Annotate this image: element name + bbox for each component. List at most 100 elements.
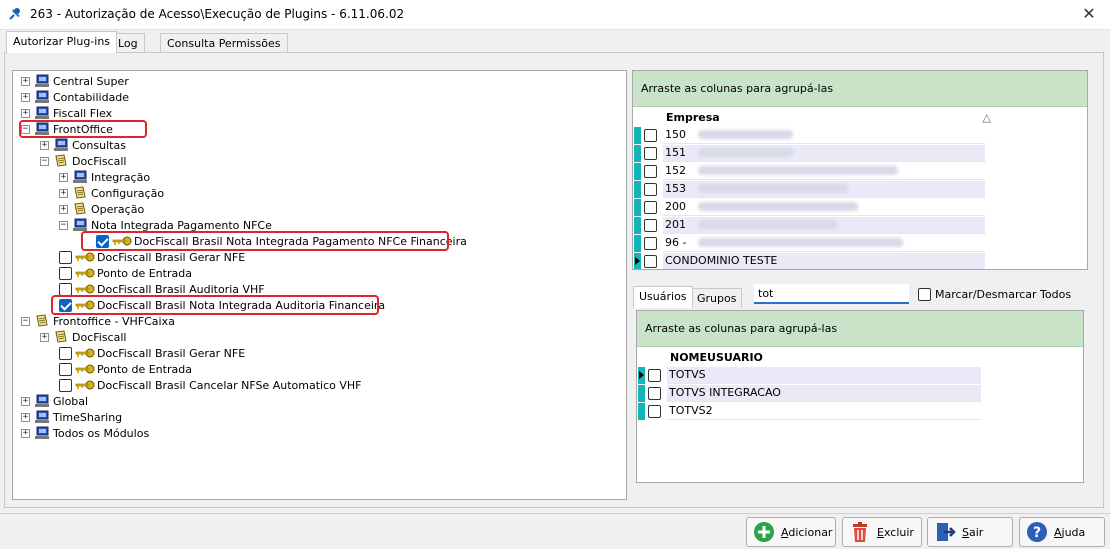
expand-icon[interactable]: + xyxy=(21,108,30,118)
plugin-checkbox[interactable] xyxy=(59,298,72,312)
tab-autorizar-plugins[interactable]: Autorizar Plug-ins xyxy=(6,31,118,53)
search-input[interactable] xyxy=(754,284,909,304)
expand-icon[interactable]: + xyxy=(21,412,30,422)
collapse-icon[interactable]: − xyxy=(21,316,30,326)
add-button[interactable]: Adicionar xyxy=(746,517,836,547)
tab-consulta-permissoes[interactable]: Consulta Permissões xyxy=(160,33,288,53)
expand-icon[interactable]: + xyxy=(21,92,30,102)
row-checkbox[interactable] xyxy=(648,404,661,418)
users-grid[interactable]: Arraste as colunas para agrupá-las NOMEU… xyxy=(636,310,1084,483)
tree-node-fiscall-flex[interactable]: + Fiscall Flex xyxy=(21,105,112,121)
user-row[interactable]: TOTVS xyxy=(638,366,981,384)
key-icon xyxy=(75,380,95,390)
collapse-icon[interactable]: − xyxy=(59,220,68,230)
tree-leaf-vhf-cancelar-nfse[interactable]: DocFiscall Brasil Cancelar NFSe Automati… xyxy=(59,377,362,393)
tree-node-timesharing[interactable]: + TimeSharing xyxy=(21,409,122,425)
plugin-checkbox[interactable] xyxy=(59,362,72,376)
plugin-checkbox[interactable] xyxy=(59,378,72,392)
user-row[interactable]: TOTVS2 xyxy=(638,402,981,420)
computer-icon xyxy=(35,106,49,119)
user-row[interactable]: TOTVS INTEGRACAO xyxy=(638,384,981,402)
tab-grupos[interactable]: Grupos xyxy=(691,288,743,308)
expand-icon[interactable]: + xyxy=(40,332,49,342)
tree-leaf-auditoria-vhf[interactable]: DocFiscall Brasil Auditoria VHF xyxy=(59,281,265,297)
tree-leaf-vhf-gerar-nfe[interactable]: DocFiscall Brasil Gerar NFE xyxy=(59,345,245,361)
tree-node-contabilidade[interactable]: + Contabilidade xyxy=(21,89,129,105)
row-checkbox[interactable] xyxy=(644,146,657,160)
empresa-row[interactable]: 150 xyxy=(634,126,985,144)
row-checkbox[interactable] xyxy=(644,164,657,178)
row-checkbox[interactable] xyxy=(644,218,657,232)
computer-icon xyxy=(35,74,49,87)
tree-node-nota-integrada[interactable]: − Nota Integrada Pagamento NFCe xyxy=(59,217,272,233)
tree-leaf-vhf-ponto-de-entrada[interactable]: Ponto de Entrada xyxy=(59,361,192,377)
row-checkbox[interactable] xyxy=(644,182,657,196)
plugin-checkbox[interactable] xyxy=(96,234,109,248)
tree-leaf-nota-integrada-pagamento[interactable]: DocFiscall Brasil Nota Integrada Pagamen… xyxy=(96,233,467,249)
expand-icon[interactable]: + xyxy=(40,140,49,150)
row-checkbox[interactable] xyxy=(644,128,657,142)
group-by-band[interactable]: Arraste as colunas para agrupá-las xyxy=(633,71,1087,107)
row-checkbox[interactable] xyxy=(644,200,657,214)
tree-node-docfiscall-vhf[interactable]: + DocFiscall xyxy=(40,329,126,345)
expand-icon[interactable]: + xyxy=(21,76,30,86)
empresa-code: 153 xyxy=(665,182,686,195)
tree-leaf-auditoria-financeira[interactable]: DocFiscall Brasil Nota Integrada Auditor… xyxy=(59,297,385,313)
sort-icon[interactable]: △ xyxy=(983,111,991,124)
expand-icon[interactable]: + xyxy=(59,204,68,214)
expand-icon[interactable]: + xyxy=(59,172,68,182)
exit-door-icon xyxy=(937,523,956,541)
expand-icon[interactable]: + xyxy=(21,396,30,406)
tree-node-frontoffice[interactable]: − FrontOffice xyxy=(21,121,113,137)
empresa-row[interactable]: 153 xyxy=(634,180,985,198)
plugin-tree[interactable]: + Central Super + Contabilidade + Fiscal… xyxy=(12,70,627,500)
row-checkbox[interactable] xyxy=(644,254,657,268)
delete-button[interactable]: Excluir xyxy=(842,517,922,547)
plugin-checkbox[interactable] xyxy=(59,282,72,296)
empresa-code: 150 xyxy=(665,128,686,141)
help-button[interactable]: ? Ajuda xyxy=(1019,517,1105,547)
close-button[interactable]: ✕ xyxy=(1078,4,1100,24)
empresa-row[interactable]: CONDOMINIO TESTE xyxy=(634,252,985,269)
redacted-text xyxy=(698,130,793,139)
tree-label: Fiscall Flex xyxy=(53,106,113,120)
tree-node-consultas[interactable]: + Consultas xyxy=(40,137,126,153)
plugin-checkbox[interactable] xyxy=(59,266,72,280)
tree-node-todos-os-modulos[interactable]: + Todos os Módulos xyxy=(21,425,149,441)
tree-leaf-ponto-de-entrada[interactable]: Ponto de Entrada xyxy=(59,265,192,281)
exit-button[interactable]: Sair xyxy=(927,517,1013,547)
empresa-column-header[interactable]: Empresa △ xyxy=(666,108,991,126)
plugin-checkbox[interactable] xyxy=(59,250,72,264)
tree-node-docfiscall[interactable]: − DocFiscall xyxy=(40,153,126,169)
row-checkbox[interactable] xyxy=(648,368,661,382)
nomeusuario-column-header[interactable]: NOMEUSUARIO xyxy=(670,348,970,366)
row-checkbox[interactable] xyxy=(648,386,661,400)
delete-button-label: Excluir xyxy=(877,525,914,539)
empresa-row[interactable]: 96 - xyxy=(634,234,985,252)
group-by-band[interactable]: Arraste as colunas para agrupá-las xyxy=(637,311,1083,347)
mark-all-checkbox[interactable] xyxy=(918,288,931,301)
tab-usuarios[interactable]: Usuários xyxy=(633,286,693,308)
empresa-row[interactable]: 200 xyxy=(634,198,985,216)
empresa-grid[interactable]: Arraste as colunas para agrupá-las Empre… xyxy=(632,70,1088,270)
mark-all-toggle[interactable]: Marcar/Desmarcar Todos xyxy=(918,288,1071,301)
tree-node-frontoffice-vhfcaixa[interactable]: − Frontoffice - VHFCaixa xyxy=(21,313,175,329)
tree-node-global[interactable]: + Global xyxy=(21,393,88,409)
expand-icon[interactable]: + xyxy=(21,428,30,438)
row-checkbox[interactable] xyxy=(644,236,657,250)
plugin-checkbox[interactable] xyxy=(59,346,72,360)
row-indicator xyxy=(634,180,641,198)
collapse-icon[interactable]: − xyxy=(40,156,49,166)
tree-label: TimeSharing xyxy=(53,410,123,424)
collapse-icon[interactable]: − xyxy=(21,124,30,134)
empresa-row[interactable]: 151 xyxy=(634,144,985,162)
tree-node-configuracao[interactable]: + Configuração xyxy=(59,185,164,201)
tree-node-operacao[interactable]: + Operação xyxy=(59,201,144,217)
tree-node-integracao[interactable]: + Integração xyxy=(59,169,150,185)
tree-leaf-gerar-nfe[interactable]: DocFiscall Brasil Gerar NFE xyxy=(59,249,245,265)
user-cell: TOTVS xyxy=(667,366,981,384)
tree-node-central-super[interactable]: + Central Super xyxy=(21,73,129,89)
expand-icon[interactable]: + xyxy=(59,188,68,198)
empresa-row[interactable]: 152 xyxy=(634,162,985,180)
empresa-row[interactable]: 201 xyxy=(634,216,985,234)
